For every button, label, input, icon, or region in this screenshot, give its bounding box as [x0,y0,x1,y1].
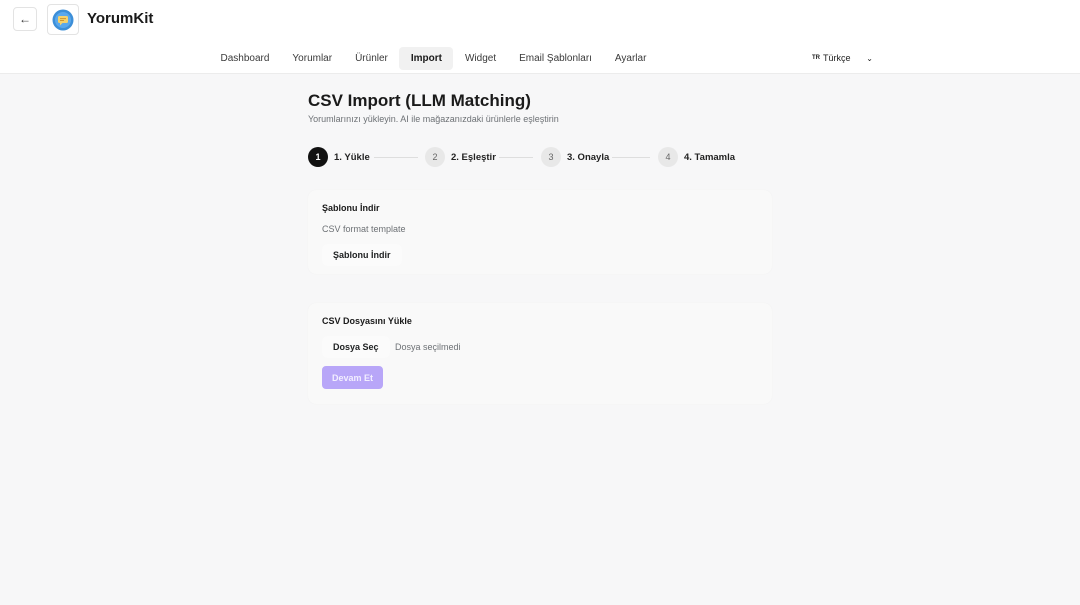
flag-label: TR [812,55,820,61]
nav-import[interactable]: Import [399,46,454,70]
continue-button[interactable]: Devam Et [322,366,384,389]
page-subtitle: Yorumlarınızı yükleyin. AI ile mağazanız… [308,114,559,124]
step-label: 3. Onayla [567,151,610,163]
arrow-left-icon: ← [19,12,31,26]
step-label: 2. Eşleştir [451,151,496,163]
step-1: 1 1. Yükle [308,147,370,167]
nav-yorumlar[interactable]: Yorumlar [281,47,344,70]
template-card: Şablonu İndir CSV format template Şablon… [308,190,772,274]
step-connector [499,157,533,158]
step-2: 2 2. Eşleştir [425,147,496,167]
step-number: 4 [658,147,678,167]
step-3: 3 3. Onayla [541,147,609,167]
file-status: Dosya seçilmedi [395,342,461,352]
top-bar: ← YorumKit Dashboard Yorumlar Ürünler Im… [0,0,1080,74]
nav-dashboard[interactable]: Dashboard [209,47,281,70]
step-number: 3 [541,147,561,167]
template-card-title: Şablonu İndir [322,203,380,213]
nav-email-templates[interactable]: Email Şablonları [508,47,604,70]
nav-widget[interactable]: Widget [453,47,507,70]
step-number: 2 [425,147,445,167]
step-4: 4 4. Tamamla [658,147,735,167]
page-title: CSV Import (LLM Matching) [308,91,531,110]
template-card-description: CSV format template [322,224,406,234]
step-label: 1. Yükle [334,151,370,163]
step-label: 4. Tamamla [684,151,736,163]
language-select[interactable]: TR Türkçe ⌄ [807,50,873,66]
step-connector [612,157,650,158]
step-number: 1 [308,147,328,167]
back-button[interactable]: ← [13,7,37,31]
yorumkit-logo-icon [52,9,74,30]
chevron-down-icon: ⌄ [866,53,873,63]
nav-ayarlar[interactable]: Ayarlar [603,47,658,70]
app-title: YorumKit [87,10,154,27]
step-connector [374,157,418,158]
download-template-button[interactable]: Şablonu İndir [322,244,402,266]
nav-urunler[interactable]: Ürünler [344,47,400,70]
upload-card: CSV Dosyasını Yükle Dosya Seç Dosya seçi… [308,303,772,404]
language-value: Türkçe [823,53,851,63]
app-logo [47,4,79,35]
choose-file-button[interactable]: Dosya Seç [322,336,390,358]
main-nav: Dashboard Yorumlar Ürünler Import Widget… [209,46,658,70]
stepper: 1 1. Yükle 2 2. Eşleştir 3 3. Onayla 4 4… [308,147,748,167]
upload-card-title: CSV Dosyasını Yükle [322,316,412,326]
